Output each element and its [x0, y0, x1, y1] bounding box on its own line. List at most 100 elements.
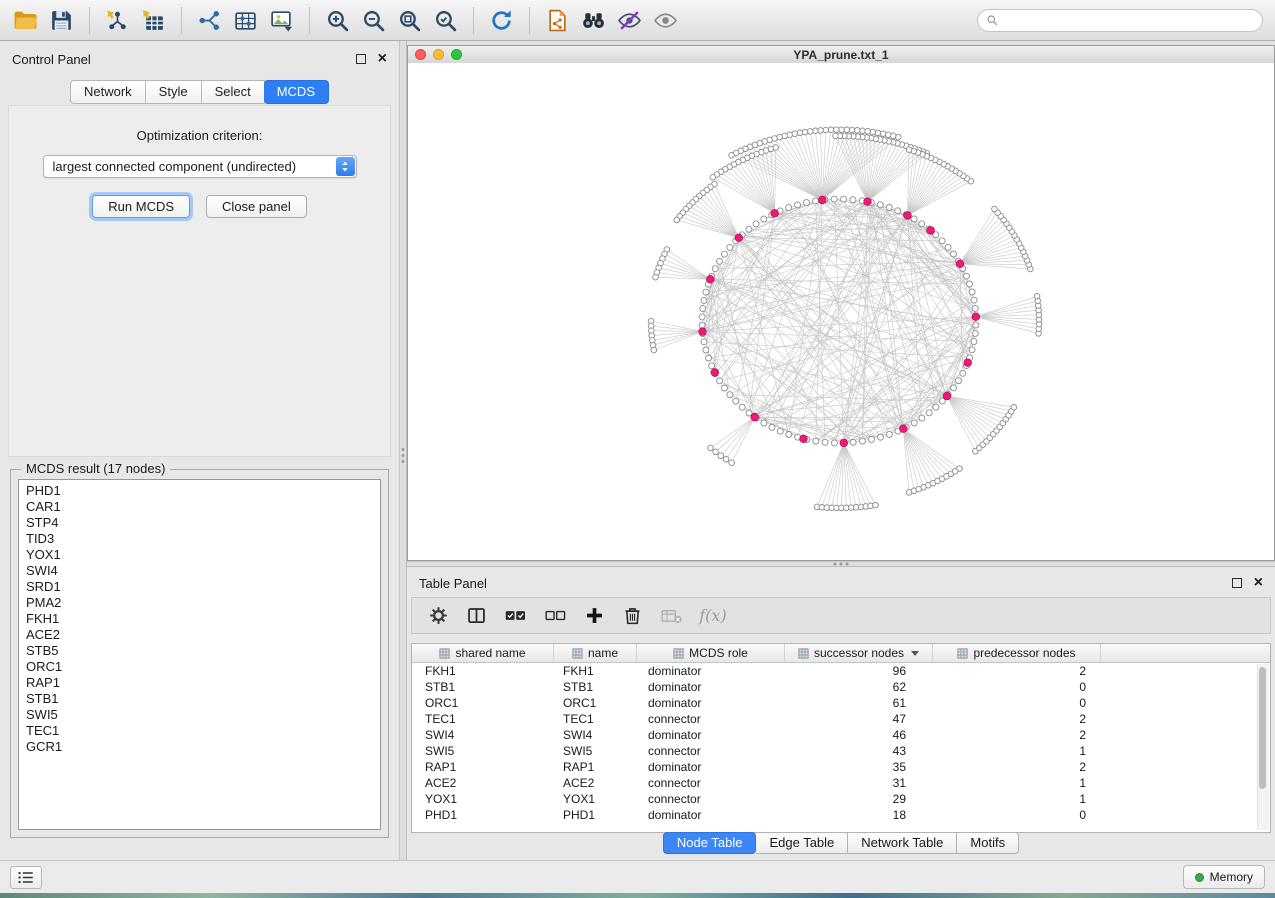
- table-row[interactable]: PHD1PHD1dominator180: [412, 807, 1270, 823]
- memory-button[interactable]: Memory: [1183, 865, 1265, 889]
- search-input[interactable]: [1004, 12, 1254, 28]
- tab-network[interactable]: Network: [70, 80, 146, 104]
- apply-layout-icon[interactable]: [488, 7, 515, 34]
- close-panel-button[interactable]: Close panel: [206, 195, 307, 218]
- mcds-result-item[interactable]: FKH1: [26, 611, 373, 627]
- table-row[interactable]: YOX1YOX1connector291: [412, 791, 1270, 807]
- toolbar-separator: [309, 7, 310, 34]
- mcds-result-item[interactable]: RAP1: [26, 675, 373, 691]
- network-canvas[interactable]: [408, 63, 1274, 560]
- toolbar-search[interactable]: [977, 9, 1263, 32]
- tab-edge-table[interactable]: Edge Table: [756, 832, 848, 854]
- table-cell: 1: [933, 744, 1101, 758]
- selected-criterion-value: largest connected component (undirected): [53, 159, 336, 174]
- mcds-result-item[interactable]: SWI5: [26, 707, 373, 723]
- search-binoculars-icon[interactable]: [580, 7, 607, 34]
- zoom-selected-icon[interactable]: [432, 7, 459, 34]
- toolbar-separator: [89, 7, 90, 34]
- column-header-shared-name[interactable]: shared name: [412, 644, 554, 662]
- import-table-icon[interactable]: [140, 7, 167, 34]
- table-panel: Table Panel ×: [407, 567, 1275, 860]
- mcds-result-item[interactable]: SRD1: [26, 579, 373, 595]
- network-window-titlebar[interactable]: YPA_prune.txt_1: [408, 46, 1274, 64]
- table-row[interactable]: SWI4SWI4dominator462: [412, 727, 1270, 743]
- float-panel-icon[interactable]: [356, 54, 366, 64]
- float-panel-icon[interactable]: [1232, 578, 1242, 588]
- tab-style[interactable]: Style: [146, 80, 202, 104]
- desktop-wallpaper-strip: [0, 893, 1275, 898]
- mcds-result-item[interactable]: YOX1: [26, 547, 373, 563]
- mcds-result-item[interactable]: PMA2: [26, 595, 373, 611]
- function-builder-icon[interactable]: f(x): [699, 604, 726, 628]
- column-type-icon: [957, 648, 968, 659]
- mcds-result-item[interactable]: STB5: [26, 643, 373, 659]
- add-row-icon[interactable]: [584, 604, 605, 628]
- mcds-result-item[interactable]: ACE2: [26, 627, 373, 643]
- mcds-result-item[interactable]: GCR1: [26, 739, 373, 755]
- table-row[interactable]: FKH1FKH1dominator962: [412, 663, 1270, 679]
- tab-motifs[interactable]: Motifs: [957, 832, 1019, 854]
- mcds-result-item[interactable]: ORC1: [26, 659, 373, 675]
- table-cell: TEC1: [554, 712, 637, 726]
- new-network-table-icon[interactable]: [232, 7, 259, 34]
- table-cell: 31: [785, 776, 933, 790]
- table-panel-tabs: Node Table Edge Table Network Table Moti…: [407, 832, 1275, 854]
- column-settings-gear-icon[interactable]: [428, 604, 449, 628]
- export-document-icon[interactable]: [544, 7, 571, 34]
- open-session-icon[interactable]: [12, 7, 39, 34]
- close-panel-icon[interactable]: ×: [378, 51, 387, 67]
- save-session-icon[interactable]: [48, 7, 75, 34]
- table-row[interactable]: RAP1RAP1dominator352: [412, 759, 1270, 775]
- table-vertical-scrollbar[interactable]: [1257, 664, 1269, 830]
- hide-details-eye-icon[interactable]: [616, 7, 643, 34]
- mcds-result-item[interactable]: CAR1: [26, 499, 373, 515]
- table-cell: TEC1: [412, 712, 554, 726]
- tab-node-table[interactable]: Node Table: [663, 832, 757, 854]
- select-stepper-icon: [336, 157, 355, 176]
- run-mcds-button[interactable]: Run MCDS: [92, 195, 190, 218]
- table-row[interactable]: ORC1ORC1dominator610: [412, 695, 1270, 711]
- show-columns-icon[interactable]: [466, 604, 487, 628]
- zoom-out-icon[interactable]: [360, 7, 387, 34]
- optimization-criterion-select[interactable]: largest connected component (undirected): [43, 155, 357, 178]
- show-details-eye-icon[interactable]: [652, 7, 679, 34]
- zoom-in-icon[interactable]: [324, 7, 351, 34]
- mcds-result-item[interactable]: TID3: [26, 531, 373, 547]
- search-icon: [986, 14, 999, 27]
- tab-mcds[interactable]: MCDS: [264, 80, 329, 104]
- unselect-all-icon[interactable]: [544, 604, 567, 628]
- show-panels-button[interactable]: [10, 866, 42, 889]
- import-network-icon[interactable]: [104, 7, 131, 34]
- column-header-mcds-role[interactable]: MCDS role: [637, 644, 785, 662]
- column-header-successor-nodes[interactable]: successor nodes: [785, 644, 933, 662]
- vertical-splitter[interactable]: [399, 41, 407, 860]
- tab-select[interactable]: Select: [202, 80, 265, 104]
- column-header-predecessor-nodes[interactable]: predecessor nodes: [933, 644, 1101, 662]
- mcds-result-title: MCDS result (17 nodes): [21, 461, 170, 476]
- table-row[interactable]: SWI5SWI5connector431: [412, 743, 1270, 759]
- mcds-result-item[interactable]: TEC1: [26, 723, 373, 739]
- mcds-result-item[interactable]: STB1: [26, 691, 373, 707]
- network-graph[interactable]: [408, 63, 1274, 560]
- control-panel-header: Control Panel ×: [0, 41, 399, 71]
- table-cell: ORC1: [412, 696, 554, 710]
- close-panel-icon[interactable]: ×: [1254, 575, 1263, 591]
- mcds-result-item[interactable]: PHD1: [26, 483, 373, 499]
- table-row[interactable]: ACE2ACE2connector311: [412, 775, 1270, 791]
- mcds-result-list[interactable]: PHD1CAR1STP4TID3YOX1SWI4SRD1PMA2FKH1ACE2…: [18, 479, 381, 830]
- mcds-result-item[interactable]: STP4: [26, 515, 373, 531]
- delete-table-icon[interactable]: [660, 604, 683, 628]
- table-cell: dominator: [637, 760, 785, 774]
- zoom-fit-icon[interactable]: [396, 7, 423, 34]
- table-row[interactable]: TEC1TEC1connector472: [412, 711, 1270, 727]
- column-header-name[interactable]: name: [554, 644, 637, 662]
- mcds-tab-body: Optimization criterion: largest connecte…: [8, 105, 391, 457]
- export-image-icon[interactable]: [268, 7, 295, 34]
- delete-row-icon[interactable]: [622, 604, 643, 628]
- tab-network-table[interactable]: Network Table: [848, 832, 957, 854]
- new-network-icon[interactable]: [196, 7, 223, 34]
- select-all-icon[interactable]: [504, 604, 527, 628]
- scrollbar-thumb[interactable]: [1259, 667, 1266, 789]
- table-row[interactable]: STB1STB1dominator620: [412, 679, 1270, 695]
- mcds-result-item[interactable]: SWI4: [26, 563, 373, 579]
